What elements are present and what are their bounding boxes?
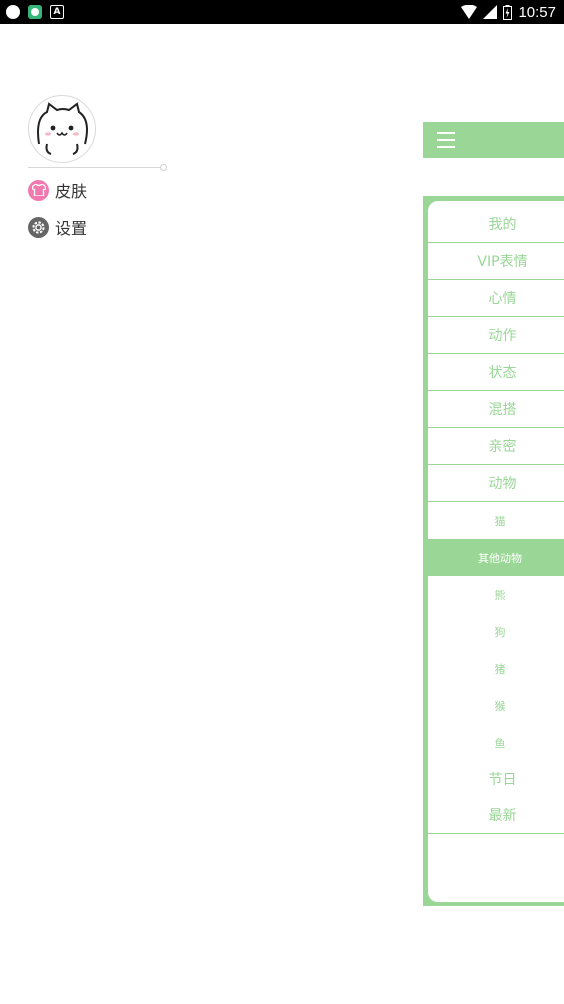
category-label: 状态 [488,365,517,381]
category-label: 节日 [488,772,517,788]
subcategory-label: 猫 [494,514,506,528]
menu-item-settings[interactable]: 设置 [28,215,87,239]
subcategory-cat[interactable]: 猫 [428,502,564,539]
category-label: 最新 [488,808,517,824]
hamburger-icon[interactable] [437,132,455,148]
category-label: 动物 [488,476,517,492]
skin-shirt-icon [28,179,49,201]
clock: 10:57 [518,3,556,21]
status-bar: A 10:57 [0,0,564,24]
category-latest[interactable]: 最新 [428,797,564,834]
subcategory-label: 其他动物 [478,551,522,565]
notification-dot-icon [6,5,20,19]
category-label: 混搭 [488,402,517,418]
category-action[interactable]: 动作 [428,317,564,354]
subcategory-label: 猪 [494,662,506,676]
subcategory-label: 猴 [494,699,506,713]
category-mix[interactable]: 混搭 [428,391,564,428]
category-mood[interactable]: 心情 [428,280,564,317]
app-toolbar [423,122,564,158]
subcategory-fish[interactable]: 鱼 [428,724,564,761]
category-status[interactable]: 状态 [428,354,564,391]
category-panel: 我的 VIP表情 心情 动作 状态 混搭 亲密 动物 猫 其他动物 熊 狗 猪 … [423,196,564,906]
app-notification-icon [28,5,42,19]
drawer-divider [28,167,162,168]
wifi-icon [461,5,478,19]
category-intimate[interactable]: 亲密 [428,428,564,465]
category-label: 我的 [488,217,517,233]
subcategory-label: 鱼 [494,736,506,750]
a-notification-icon: A [50,5,64,19]
menu-item-skin-label: 皮肤 [55,182,88,201]
category-label: VIP表情 [477,254,528,270]
category-mine[interactable]: 我的 [428,206,564,243]
category-panel-inner: 我的 VIP表情 心情 动作 状态 混搭 亲密 动物 猫 其他动物 熊 狗 猪 … [428,201,564,902]
category-holiday[interactable]: 节日 [428,761,564,797]
subcategory-pig[interactable]: 猪 [428,650,564,687]
cat-avatar-icon [37,102,88,155]
subcategory-bear[interactable]: 熊 [428,576,564,613]
subcategory-monkey[interactable]: 猴 [428,687,564,724]
gear-icon [28,216,49,238]
subcategory-dog[interactable]: 狗 [428,613,564,650]
avatar[interactable] [28,95,96,163]
subcategory-other-animals[interactable]: 其他动物 [428,539,564,576]
battery-icon [503,4,513,20]
category-animal[interactable]: 动物 [428,465,564,502]
category-label: 心情 [488,291,517,307]
signal-icon [483,5,498,19]
category-list: 我的 VIP表情 心情 动作 状态 混搭 亲密 动物 猫 其他动物 熊 狗 猪 … [428,206,564,834]
subcategory-label: 狗 [494,625,506,639]
subcategory-label: 熊 [494,588,506,602]
menu-item-settings-label: 设置 [55,219,88,238]
category-label: 动作 [488,328,517,344]
divider-end-dot [160,164,167,171]
menu-item-skin[interactable]: 皮肤 [28,178,87,202]
category-label: 亲密 [488,439,517,455]
category-vip[interactable]: VIP表情 [428,243,564,280]
